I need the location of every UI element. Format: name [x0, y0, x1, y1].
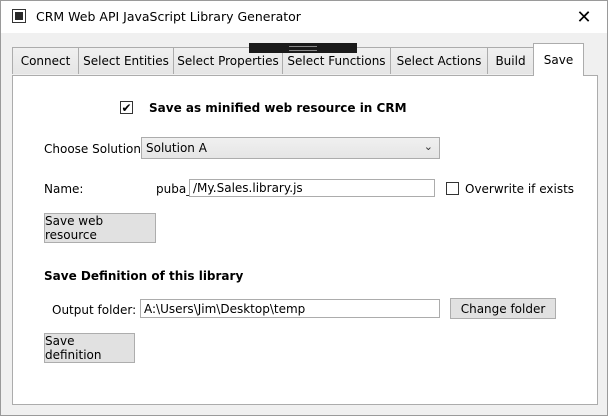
tab-connect[interactable]: Connect [12, 47, 79, 74]
save-definition-button[interactable]: Save definition [44, 333, 135, 363]
minified-label: Save as minified web resource in CRM [149, 101, 407, 115]
tab-select-actions[interactable]: Select Actions [390, 47, 488, 74]
name-input[interactable] [189, 179, 435, 197]
tab-build[interactable]: Build [487, 47, 534, 74]
app-window: CRM Web API JavaScript Library Generator… [0, 0, 608, 416]
overwrite-label: Overwrite if exists [465, 182, 575, 196]
output-folder-input[interactable] [140, 299, 440, 318]
chevron-down-icon: ⌄ [423, 140, 433, 153]
definition-heading: Save Definition of this library [44, 269, 244, 283]
solution-select[interactable]: Solution A ⌄ [141, 137, 440, 159]
tab-save[interactable]: Save [533, 43, 584, 76]
save-tab-panel: ✔ Save as minified web resource in CRM C… [12, 75, 598, 405]
name-label: Name: [44, 182, 84, 196]
window-title: CRM Web API JavaScript Library Generator [36, 9, 301, 24]
save-web-resource-button[interactable]: Save web resource [44, 213, 156, 243]
overwrite-checkbox[interactable] [446, 182, 459, 195]
title-bar: CRM Web API JavaScript Library Generator… [1, 1, 607, 33]
solution-label: Choose Solution: [44, 142, 146, 156]
drag-handle[interactable] [249, 43, 357, 53]
name-prefix: puba_ [156, 182, 193, 196]
close-icon[interactable]: ✕ [561, 1, 607, 33]
minified-checkbox[interactable]: ✔ [120, 101, 133, 114]
output-folder-label: Output folder: [52, 303, 137, 317]
solution-value: Solution A [146, 141, 207, 155]
check-icon: ✔ [121, 100, 132, 115]
change-folder-button[interactable]: Change folder [450, 298, 556, 319]
tab-select-entities[interactable]: Select Entities [78, 47, 174, 74]
app-icon [12, 9, 26, 23]
